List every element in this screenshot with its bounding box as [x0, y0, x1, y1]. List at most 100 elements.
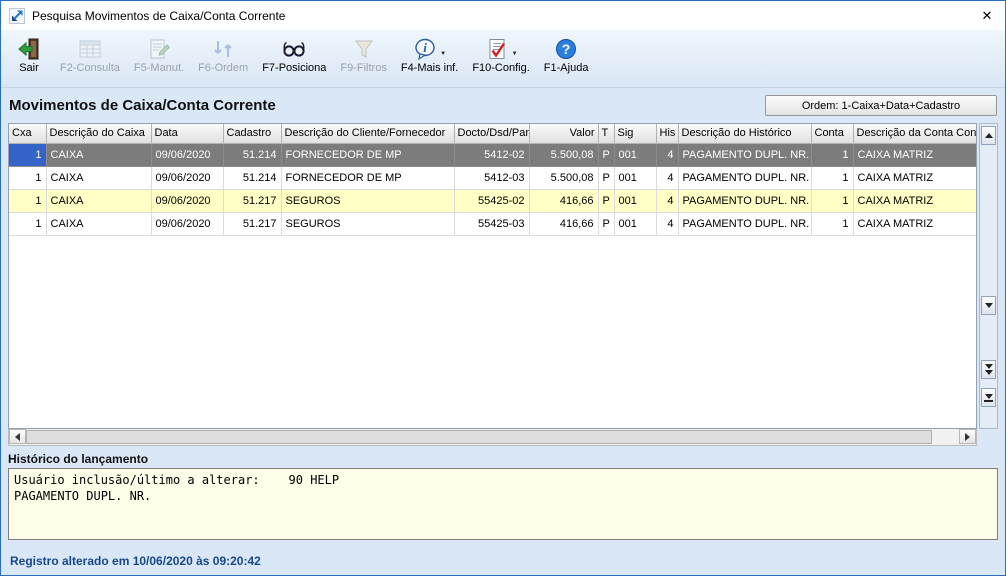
grid-cell[interactable]: 5.500,08 — [529, 143, 598, 166]
history-section-label: Histórico do lançamento — [8, 452, 998, 466]
help-icon: ? — [554, 37, 578, 61]
column-header-conta[interactable]: Conta — [811, 124, 853, 143]
grid-cell[interactable]: 4 — [656, 166, 678, 189]
grid-nav-strip[interactable] — [979, 123, 998, 429]
grid-cell[interactable]: CAIXA MATRIZ — [853, 189, 976, 212]
grid-cell[interactable]: 1 — [9, 143, 46, 166]
page-down-button[interactable] — [981, 360, 996, 379]
f2-consulta-button[interactable]: F2-Consulta — [53, 32, 127, 76]
grid-cell[interactable]: 1 — [9, 189, 46, 212]
grid-cell[interactable]: P — [598, 189, 614, 212]
scroll-right-button[interactable] — [959, 429, 976, 444]
f4-mais-inf-button[interactable]: i ▼ F4-Mais inf. — [394, 32, 465, 76]
grid-cell[interactable]: 09/06/2020 — [151, 212, 223, 235]
grid-cell[interactable]: 1 — [811, 143, 853, 166]
scroll-down-button[interactable] — [981, 296, 996, 315]
grid-cell[interactable]: 51.214 — [223, 143, 281, 166]
grid-cell[interactable]: 55425-02 — [454, 189, 529, 212]
info-glyph: i — [423, 40, 427, 55]
grid-cell[interactable]: PAGAMENTO DUPL. NR. — [678, 212, 811, 235]
column-header-valor[interactable]: Valor — [529, 124, 598, 143]
grid-cell[interactable]: 09/06/2020 — [151, 166, 223, 189]
grid-cell[interactable]: 51.217 — [223, 189, 281, 212]
f7-posiciona-button[interactable]: F7-Posiciona — [255, 32, 333, 76]
grid-cell[interactable]: 1 — [9, 166, 46, 189]
grid-cell[interactable]: PAGAMENTO DUPL. NR. — [678, 189, 811, 212]
h-scroll-thumb[interactable] — [26, 430, 932, 444]
column-header-sig[interactable]: Sig — [614, 124, 656, 143]
grid-cell[interactable]: CAIXA MATRIZ — [853, 212, 976, 235]
grid-cell[interactable]: 1 — [811, 189, 853, 212]
scroll-left-button[interactable] — [9, 429, 26, 444]
checklist-icon — [485, 37, 509, 61]
grid-cell[interactable]: 001 — [614, 166, 656, 189]
f6-ordem-button[interactable]: F6-Ordem — [191, 32, 255, 76]
column-header-his[interactable]: His — [656, 124, 678, 143]
grid-cell[interactable]: FORNECEDOR DE MP — [281, 143, 454, 166]
h-scrollbar[interactable] — [8, 429, 977, 446]
grid-cell[interactable]: 1 — [811, 212, 853, 235]
consulta-icon-row — [78, 35, 102, 62]
grid-cell[interactable]: CAIXA MATRIZ — [853, 143, 976, 166]
column-header-descricao-historico[interactable]: Descrição do Histórico — [678, 124, 811, 143]
config-dropdown-icon[interactable]: ▼ — [512, 41, 518, 57]
grid-cell[interactable]: 5.500,08 — [529, 166, 598, 189]
close-button[interactable]: ✕ — [969, 1, 1005, 30]
mais-inf-icon-row: i ▼ — [413, 35, 446, 62]
grid-cell[interactable]: P — [598, 166, 614, 189]
grid-cell[interactable]: 001 — [614, 143, 656, 166]
grid-cell[interactable]: FORNECEDOR DE MP — [281, 166, 454, 189]
grid-cell[interactable]: 1 — [811, 166, 853, 189]
grid-cell[interactable]: CAIXA — [46, 189, 151, 212]
grid-cell[interactable]: 416,66 — [529, 212, 598, 235]
mais-inf-dropdown-icon[interactable]: ▼ — [440, 41, 446, 57]
grid-cell[interactable]: CAIXA — [46, 143, 151, 166]
grid-cell[interactable]: 09/06/2020 — [151, 143, 223, 166]
grid-cell[interactable]: P — [598, 212, 614, 235]
grid-cell[interactable]: SEGUROS — [281, 212, 454, 235]
column-header-t[interactable]: T — [598, 124, 614, 143]
grid-cell[interactable]: 51.214 — [223, 166, 281, 189]
grid-cell[interactable]: 416,66 — [529, 189, 598, 212]
column-header-cliente-fornecedor[interactable]: Descrição do Cliente/Fornecedor — [281, 124, 454, 143]
grid-cell[interactable]: 5412-02 — [454, 143, 529, 166]
f1-ajuda-label: F1-Ajuda — [544, 62, 589, 74]
column-header-descricao-caixa[interactable]: Descrição do Caixa — [46, 124, 151, 143]
column-header-cadastro[interactable]: Cadastro — [223, 124, 281, 143]
f9-filtros-button[interactable]: F9-Filtros — [333, 32, 393, 76]
grid-cell[interactable]: CAIXA MATRIZ — [853, 166, 976, 189]
column-header-docto[interactable]: Docto/Dsd/Par — [454, 124, 529, 143]
grid-cell[interactable]: 09/06/2020 — [151, 189, 223, 212]
grid-cell[interactable]: P — [598, 143, 614, 166]
grid-cell[interactable]: 001 — [614, 212, 656, 235]
grid-cell[interactable]: 1 — [9, 212, 46, 235]
grid-cell[interactable]: CAIXA — [46, 166, 151, 189]
exit-door-icon — [17, 37, 41, 61]
column-header-cxa[interactable]: Cxa — [9, 124, 46, 143]
grid-cell[interactable]: 55425-03 — [454, 212, 529, 235]
grid-cell[interactable]: 5412-03 — [454, 166, 529, 189]
grid-cell[interactable]: 4 — [656, 143, 678, 166]
grid-cell[interactable]: PAGAMENTO DUPL. NR. — [678, 166, 811, 189]
exit-button[interactable]: Sair — [5, 32, 53, 76]
title-bar: Pesquisa Movimentos de Caixa/Conta Corre… — [1, 1, 1005, 30]
column-header-data[interactable]: Data — [151, 124, 223, 143]
manut-icon-row — [147, 35, 171, 62]
grid-cell[interactable]: 4 — [656, 212, 678, 235]
f1-ajuda-button[interactable]: ? F1-Ajuda — [537, 32, 596, 76]
grid-cell[interactable]: 51.217 — [223, 212, 281, 235]
filtros-icon-row — [352, 35, 376, 62]
grid-cell[interactable]: SEGUROS — [281, 189, 454, 212]
column-header-descricao-conta[interactable]: Descrição da Conta Con — [853, 124, 976, 143]
grid-cell[interactable]: 001 — [614, 189, 656, 212]
grid-cell[interactable]: 4 — [656, 189, 678, 212]
history-textarea[interactable]: Usuário inclusão/último a alterar: 90 HE… — [8, 468, 998, 540]
f5-manut-button[interactable]: F5-Manut. — [127, 32, 191, 76]
last-record-button[interactable] — [981, 388, 996, 407]
scroll-up-button[interactable] — [981, 126, 996, 145]
order-button[interactable]: Ordem: 1-Caixa+Data+Cadastro — [765, 95, 997, 116]
f10-config-button[interactable]: ▼ F10-Config. — [465, 32, 536, 76]
grid-cell[interactable]: PAGAMENTO DUPL. NR. — [678, 143, 811, 166]
double-down-arrow-icon — [985, 364, 993, 369]
grid-cell[interactable]: CAIXA — [46, 212, 151, 235]
